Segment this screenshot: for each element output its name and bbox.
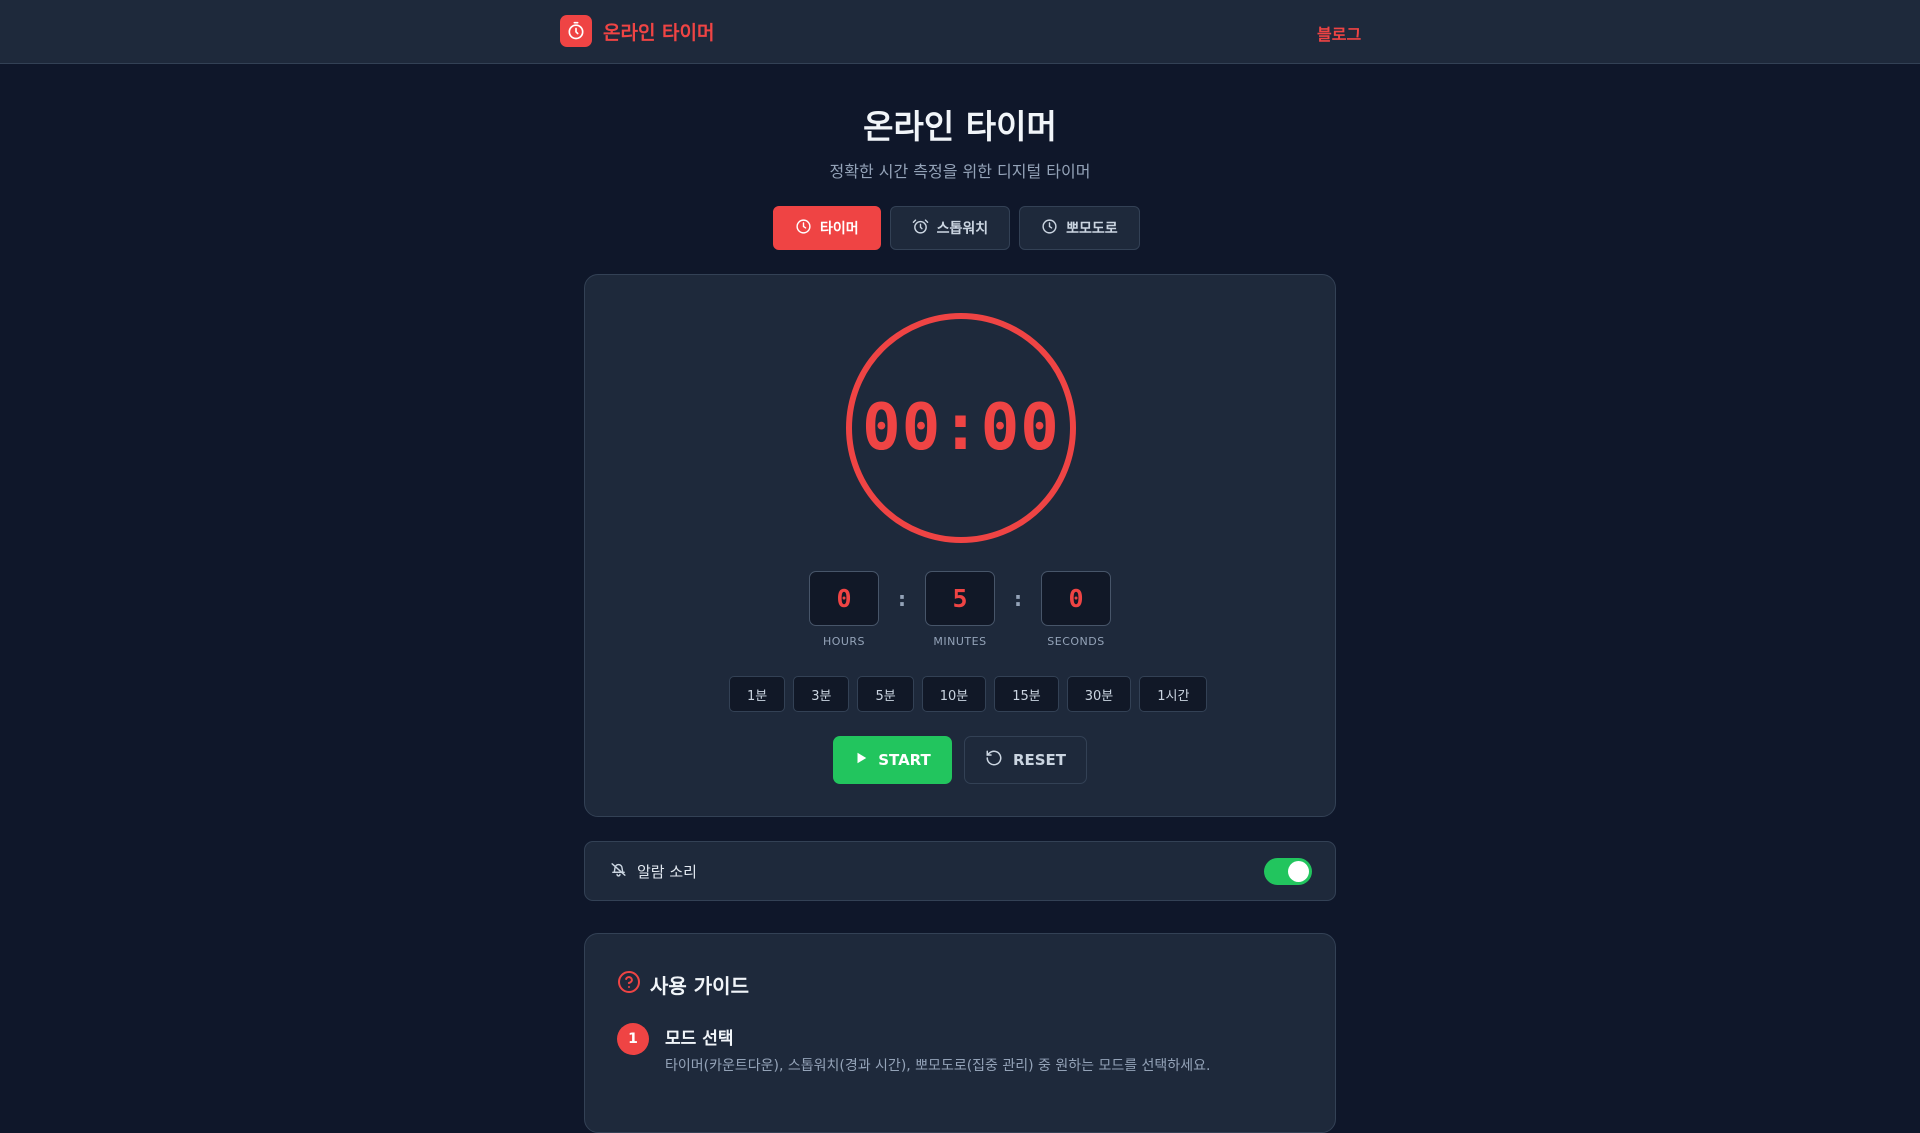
toggle-knob [1288, 861, 1309, 882]
timer-ring: 00:00 [846, 313, 1076, 543]
preset-1hour-button[interactable]: 1시간 [1139, 676, 1208, 712]
time-inputs: 0 HOURS : 5 MINUTES : 0 SECONDS [809, 571, 1111, 648]
seconds-field: 0 SECONDS [1041, 571, 1111, 648]
clock-icon [1041, 218, 1058, 239]
timer-icon [560, 15, 592, 47]
guide-title: 사용 가이드 [650, 974, 749, 998]
time-separator: : [1014, 586, 1022, 611]
tab-timer[interactable]: 타이머 [773, 206, 881, 250]
preset-1min-button[interactable]: 1분 [729, 676, 786, 712]
minutes-field: 5 MINUTES [925, 571, 995, 648]
usage-guide: 사용 가이드 1 모드 선택 타이머(카운트다운), 스톱워치(경과 시간), … [584, 933, 1336, 1133]
seconds-label: SECONDS [1047, 635, 1105, 648]
start-label: START [878, 751, 931, 769]
reset-label: RESET [1012, 751, 1067, 769]
step-title: 모드 선택 [665, 1029, 734, 1049]
time-separator: : [898, 586, 906, 611]
tab-label: 타이머 [820, 221, 859, 237]
hours-input[interactable]: 0 [809, 571, 879, 626]
step-number: 1 [617, 1023, 649, 1055]
help-circle-icon [617, 970, 641, 999]
play-icon [854, 751, 868, 769]
tab-label: 스톱워치 [936, 221, 989, 237]
tab-label: 뽀모도로 [1066, 221, 1118, 237]
alarm-clock-icon [912, 218, 929, 239]
alarm-toggle[interactable] [1264, 858, 1312, 885]
bell-off-icon [610, 861, 627, 882]
reset-button[interactable]: RESET [964, 736, 1087, 784]
timer-card: 00:00 0 HOURS : 5 MINUTES : 0 SECONDS 1분… [584, 274, 1336, 817]
tab-pomodoro[interactable]: 뽀모도로 [1019, 206, 1140, 250]
step-description: 타이머(카운트다운), 스톱워치(경과 시간), 뽀모도로(집중 관리) 중 원… [665, 1058, 1211, 1074]
mode-tabs: 타이머 스톱워치 뽀모도로 [773, 206, 1140, 250]
hours-field: 0 HOURS [809, 571, 879, 648]
preset-3min-button[interactable]: 3분 [793, 676, 850, 712]
hours-label: HOURS [822, 635, 866, 648]
preset-10min-button[interactable]: 10분 [921, 676, 987, 712]
tab-stopwatch[interactable]: 스톱워치 [889, 206, 1011, 250]
seconds-input[interactable]: 0 [1041, 571, 1111, 626]
minutes-label: MINUTES [933, 635, 987, 648]
page-title: 온라인 타이머 [863, 107, 1057, 146]
brand-link[interactable]: 온라인 타이머 [560, 15, 715, 47]
brand-name: 온라인 타이머 [603, 21, 715, 44]
page-subtitle: 정확한 시간 측정을 위한 디지털 타이머 [829, 162, 1091, 181]
reset-icon [985, 749, 1003, 771]
guide-title-group: 사용 가이드 [617, 970, 749, 999]
minutes-input[interactable]: 5 [925, 571, 995, 626]
start-button[interactable]: START [833, 736, 952, 784]
alarm-label: 알람 소리 [637, 863, 697, 881]
timer-display: 00:00 [862, 391, 1060, 465]
blog-link[interactable]: 블로그 [1317, 21, 1361, 45]
preset-5min-button[interactable]: 5분 [857, 676, 914, 712]
timer-actions: START RESET [833, 736, 1087, 784]
preset-15min-button[interactable]: 15분 [994, 676, 1059, 712]
preset-30min-button[interactable]: 30분 [1066, 676, 1132, 712]
alarm-label-group: 알람 소리 [610, 861, 697, 882]
clock-icon [795, 218, 812, 239]
top-navigation: 온라인 타이머 블로그 [0, 0, 1920, 64]
alarm-setting: 알람 소리 [584, 841, 1336, 901]
preset-buttons: 1분 3분 5분 10분 15분 30분 1시간 [729, 676, 1208, 712]
